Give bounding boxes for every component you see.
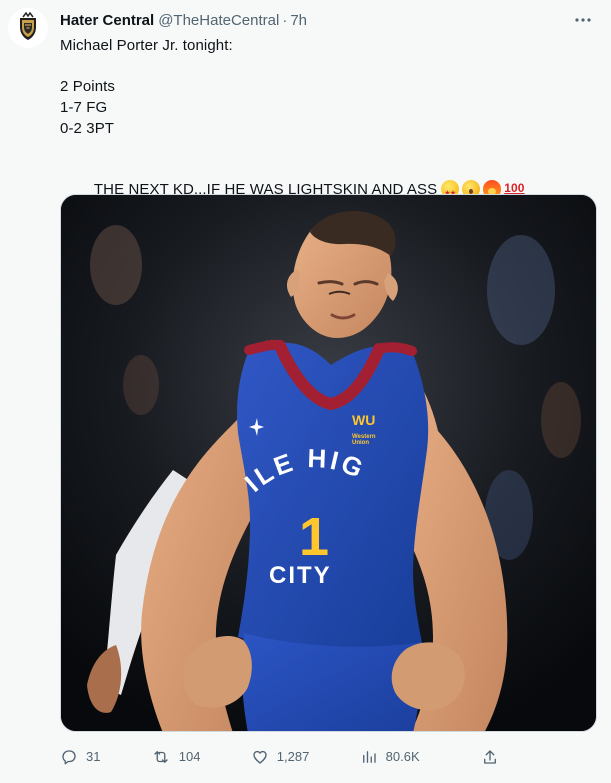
tweet-time[interactable]: 7h xyxy=(290,11,307,31)
tweet-header: Hater Central @TheHateCentral · 7h xyxy=(60,10,600,32)
retweet-icon xyxy=(154,751,168,763)
view-count: 80.6K xyxy=(385,749,420,764)
like-count: 1,287 xyxy=(276,749,310,764)
hater-central-logo xyxy=(8,8,48,48)
reply-icon xyxy=(62,750,76,765)
tweet-text-line: 0-2 3PT xyxy=(60,120,115,137)
reply-button[interactable]: 31 xyxy=(60,745,100,769)
tweet-text: Michael Porter Jr. tonight: 2 Points 1-7… xyxy=(60,36,600,220)
share-button[interactable] xyxy=(470,745,510,769)
heart-icon xyxy=(253,750,267,764)
basketball-player-photo: WU Western Union MILE HIGH 1 CITY xyxy=(61,195,596,731)
like-button[interactable]: 1,287 xyxy=(251,745,310,769)
retweet-count: 104 xyxy=(178,749,201,764)
views-icon xyxy=(362,751,376,763)
tweet-text-line: Michael Porter Jr. tonight: xyxy=(60,37,233,54)
share-icon xyxy=(484,750,496,764)
more-icon xyxy=(575,18,591,22)
tweet-actions: 31 104 1,287 80.6K xyxy=(60,744,510,770)
tweet[interactable]: Hater Central @TheHateCentral · 7h Micha… xyxy=(0,0,611,783)
jersey-word-city: CITY xyxy=(269,562,332,589)
jersey xyxy=(237,342,429,650)
sponsor-logo-text: WU xyxy=(352,412,375,428)
tweet-text-line: 1-7 FG xyxy=(60,99,108,116)
tweet-photo[interactable]: WU Western Union MILE HIGH 1 CITY xyxy=(60,194,597,732)
profile-avatar[interactable] xyxy=(8,8,48,48)
jersey-number: 1 xyxy=(299,507,329,567)
author-handle[interactable]: @TheHateCentral xyxy=(158,11,279,31)
reply-count: 31 xyxy=(86,749,101,764)
sponsor-text-line-2: Union xyxy=(352,440,369,446)
tweet-content: Hater Central @TheHateCentral · 7h Micha… xyxy=(60,10,600,221)
separator-dot: · xyxy=(282,12,288,29)
author-display-name[interactable]: Hater Central xyxy=(60,11,154,31)
tweet-text-line: 2 Points xyxy=(60,78,115,95)
more-options-button[interactable] xyxy=(569,10,597,30)
retweet-button[interactable]: 104 xyxy=(151,745,201,769)
views-button[interactable]: 80.6K xyxy=(360,745,420,769)
